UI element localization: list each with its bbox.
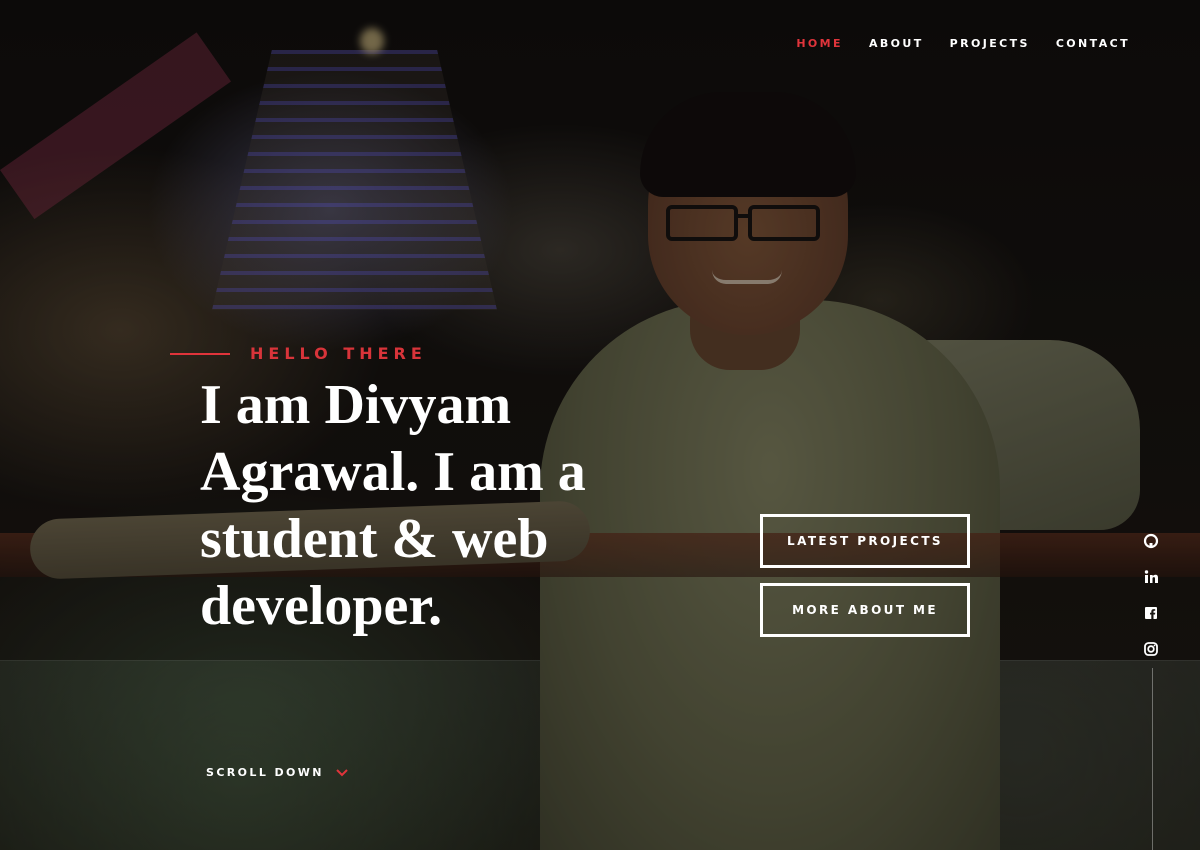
headline-line-4: developer.: [200, 575, 443, 637]
social-divider-line: [1152, 668, 1153, 850]
scroll-down-label: SCROLL DOWN: [206, 766, 324, 779]
more-about-me-button[interactable]: MORE ABOUT ME: [760, 583, 970, 637]
nav-contact[interactable]: CONTACT: [1056, 37, 1130, 50]
social-links: [1143, 533, 1159, 657]
main-nav: HOME ABOUT PROJECTS CONTACT: [796, 37, 1130, 50]
hello-eyebrow: HELLO THERE: [170, 344, 427, 363]
linkedin-icon[interactable]: [1143, 569, 1159, 585]
latest-projects-button[interactable]: LATEST PROJECTS: [760, 514, 970, 568]
headline-line-3: student & web: [200, 508, 549, 570]
scroll-down-link[interactable]: SCROLL DOWN: [206, 766, 348, 779]
headline-line-1: I am Divyam: [200, 374, 512, 436]
eyebrow-line: [170, 352, 230, 355]
facebook-icon[interactable]: [1143, 605, 1159, 621]
eyebrow-text: HELLO THERE: [250, 344, 427, 363]
nav-home[interactable]: HOME: [796, 37, 843, 50]
instagram-icon[interactable]: [1143, 641, 1159, 657]
chevron-down-icon: [336, 768, 348, 777]
github-icon[interactable]: [1143, 533, 1159, 549]
headline-line-2: Agrawal. I am a: [200, 441, 586, 503]
nav-about[interactable]: ABOUT: [869, 37, 924, 50]
hero-headline: I am Divyam Agrawal. I am a student & we…: [200, 372, 640, 640]
nav-projects[interactable]: PROJECTS: [950, 37, 1030, 50]
